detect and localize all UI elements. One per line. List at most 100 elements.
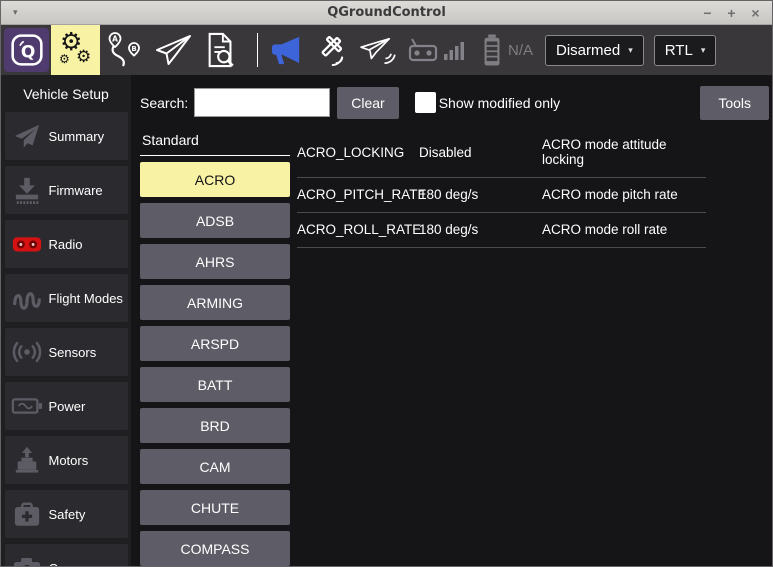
content-area: Vehicle Setup Summary — [1, 75, 772, 566]
param-name: ACRO_PITCH_RATE — [297, 187, 419, 202]
category-brd[interactable]: BRD — [140, 408, 290, 443]
category-compass[interactable]: COMPASS — [140, 531, 290, 566]
sidebar-title: Vehicle Setup — [1, 86, 131, 102]
camera-icon — [5, 556, 49, 566]
flight-mode-dropdown[interactable]: RTL ▾ — [654, 35, 717, 66]
toolbar: Q ⚙ ⚙ ⚙ A B — [1, 25, 772, 75]
gps-satellite-icon — [312, 33, 348, 67]
plan-view-button[interactable]: A B — [102, 28, 148, 72]
titlebar: QGroundControl ▾ − + × — [1, 1, 772, 25]
param-value: 180 deg/s — [419, 187, 542, 202]
rc-status-indicator[interactable] — [407, 37, 465, 63]
window-menu-arrow-icon[interactable]: ▾ — [13, 7, 18, 18]
sensors-signal-icon — [5, 339, 49, 365]
sidebar-item-camera[interactable]: Camera — [5, 544, 128, 566]
sidebar-item-label: Firmware — [49, 183, 103, 198]
search-input[interactable] — [194, 88, 330, 117]
tools-button[interactable]: Tools — [700, 86, 769, 120]
parameter-table: ACRO_LOCKING Disabled ACRO mode attitude… — [297, 128, 706, 566]
svg-text:B: B — [131, 45, 136, 53]
gps-status-indicator[interactable] — [312, 33, 348, 67]
sidebar-item-motors[interactable]: Motors — [5, 436, 128, 484]
category-list: Standard ACRO ADSB AHRS ARMING ARSPD BAT… — [140, 128, 290, 566]
search-label: Search: — [140, 95, 188, 111]
sidebar-item-safety[interactable]: Safety — [5, 490, 128, 538]
param-description: ACRO mode pitch rate — [542, 187, 706, 202]
motor-icon — [5, 446, 49, 474]
sidebar-item-label: Flight Modes — [49, 291, 123, 306]
sidebar-item-power[interactable]: Power — [5, 382, 128, 430]
show-modified-checkbox[interactable] — [415, 92, 436, 113]
window-controls: − + × — [700, 5, 772, 21]
category-cam[interactable]: CAM — [140, 449, 290, 484]
close-button[interactable]: × — [748, 5, 763, 21]
gear-tiny-icon: ⚙ — [59, 53, 70, 65]
battery-status-indicator[interactable]: N/A — [481, 34, 533, 66]
battery-icon — [481, 34, 503, 66]
firmware-download-icon — [5, 176, 49, 204]
fly-view-button[interactable] — [150, 28, 196, 72]
flight-status-dropdown[interactable]: Disarmed ▾ — [545, 35, 644, 66]
clear-button[interactable]: Clear — [337, 87, 398, 119]
sidebar-item-label: Safety — [49, 507, 86, 522]
sidebar-item-flight-modes[interactable]: Flight Modes — [5, 274, 128, 322]
plan-route-icon: A B — [105, 31, 145, 69]
param-name: ACRO_LOCKING — [297, 145, 419, 160]
maximize-button[interactable]: + — [724, 5, 739, 21]
parameter-row[interactable]: ACRO_PITCH_RATE 180 deg/s ACRO mode pitc… — [297, 178, 706, 213]
qgroundcontrol-window: QGroundControl ▾ − + × Q ⚙ ⚙ ⚙ A — [0, 0, 773, 567]
first-aid-kit-icon — [5, 501, 49, 528]
rc-signal-bars-icon — [443, 38, 465, 62]
sidebar-item-firmware[interactable]: Firmware — [5, 166, 128, 214]
parameter-editor-panel: Search: Clear Show modified only Tools S… — [131, 75, 772, 566]
audio-status-indicator[interactable] — [269, 35, 305, 65]
param-description: ACRO mode attitude locking — [542, 137, 706, 167]
category-adsb[interactable]: ADSB — [140, 203, 290, 238]
sidebar-item-label: Sensors — [49, 345, 97, 360]
window-title: QGroundControl — [1, 5, 772, 20]
parameter-row[interactable]: ACRO_ROLL_RATE 180 deg/s ACRO mode roll … — [297, 213, 706, 248]
flight-modes-wave-icon — [5, 285, 49, 311]
sidebar-item-label: Radio — [49, 237, 83, 252]
parameter-body: Standard ACRO ADSB AHRS ARMING ARSPD BAT… — [140, 128, 772, 566]
parameter-row[interactable]: ACRO_LOCKING Disabled ACRO mode attitude… — [297, 128, 706, 178]
caret-down-icon: ▾ — [628, 45, 633, 56]
qgc-logo-button[interactable]: Q — [4, 28, 49, 72]
category-group-header[interactable]: Standard — [140, 128, 290, 156]
gear-small-icon: ⚙ — [76, 49, 91, 66]
sidebar-item-label: Motors — [49, 453, 89, 468]
caret-down-icon: ▾ — [701, 45, 706, 56]
rc-controller-icon — [407, 37, 439, 63]
sidebar-item-sensors[interactable]: Sensors — [5, 328, 128, 376]
toolbar-separator — [257, 33, 258, 67]
analyze-document-icon — [204, 31, 238, 69]
category-batt[interactable]: BATT — [140, 367, 290, 402]
battery-value-label: N/A — [508, 42, 533, 59]
category-arspd[interactable]: ARSPD — [140, 326, 290, 361]
show-modified-label: Show modified only — [439, 95, 560, 111]
analyze-view-button[interactable] — [198, 28, 244, 72]
sidebar-item-label: Summary — [49, 129, 105, 144]
paper-plane-icon — [5, 122, 49, 150]
sidebar-item-label: Camera — [49, 561, 95, 567]
sidebar-item-summary[interactable]: Summary — [5, 112, 128, 160]
vehicle-setup-view-button[interactable]: ⚙ ⚙ ⚙ — [51, 25, 100, 75]
search-bar: Search: Clear Show modified only Tools — [140, 86, 772, 119]
telemetry-status-indicator[interactable] — [357, 35, 397, 65]
category-acro[interactable]: ACRO — [140, 162, 290, 197]
flight-status-label: Disarmed — [556, 42, 620, 59]
minimize-button[interactable]: − — [700, 5, 715, 21]
svg-text:A: A — [112, 35, 118, 44]
param-value: 180 deg/s — [419, 222, 542, 237]
param-name: ACRO_ROLL_RATE — [297, 222, 419, 237]
qgc-logo-icon: Q — [10, 33, 44, 67]
param-description: ACRO mode roll rate — [542, 222, 706, 237]
sidebar-item-radio[interactable]: Radio — [5, 220, 128, 268]
param-value: Disabled — [419, 145, 542, 160]
audio-megaphone-icon — [269, 35, 305, 65]
telemetry-plane-icon — [357, 35, 397, 65]
svg-text:Q: Q — [20, 42, 34, 62]
category-arming[interactable]: ARMING — [140, 285, 290, 320]
category-chute[interactable]: CHUTE — [140, 490, 290, 525]
category-ahrs[interactable]: AHRS — [140, 244, 290, 279]
